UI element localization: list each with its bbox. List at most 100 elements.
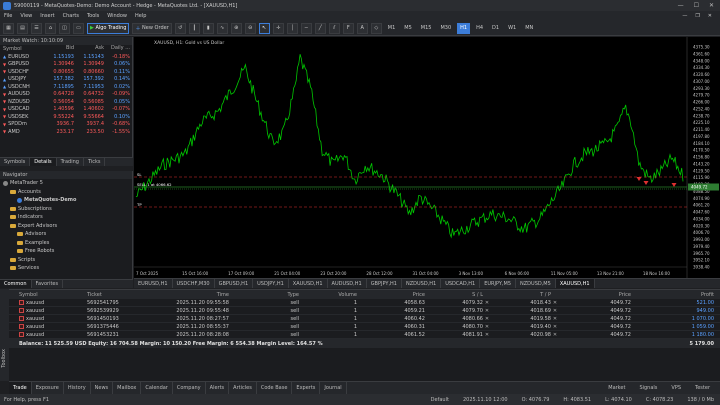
remove-tp-icon[interactable]: ✕ <box>551 316 559 322</box>
th-tp[interactable]: T / P <box>491 292 551 298</box>
remove-tp-icon[interactable]: ✕ <box>551 332 559 338</box>
sell-arrow-icon[interactable] <box>643 181 649 185</box>
tf-w1[interactable]: W1 <box>505 23 519 34</box>
tab-favorites[interactable]: Favorites <box>32 280 64 288</box>
navigator-item[interactable]: Services <box>0 264 132 273</box>
zoom-in-icon[interactable]: ⊕ <box>230 22 242 34</box>
trade-row[interactable]: xauusd 5692539929 2025.11.20 09:55:48 sell 1… <box>9 307 720 315</box>
market-watch-row[interactable]: ▼ USDSEK 9.55224 9.55664 0.10% <box>0 113 132 121</box>
chart-tab[interactable]: EURUSD,H1 <box>134 279 173 288</box>
market-watch-row[interactable]: ▼ AUDUSD 0.64728 0.64732 -0.09% <box>0 91 132 99</box>
chart-tab[interactable]: USDCAD,H1 <box>441 279 481 288</box>
th-current-price[interactable]: Price <box>559 292 631 298</box>
navigator-item[interactable]: Expert Advisors <box>0 222 132 231</box>
profiles-icon[interactable]: ▤ <box>17 22 28 34</box>
new-order-button[interactable]: ＋ New Order <box>132 22 172 34</box>
th-sl[interactable]: S / L <box>425 292 483 298</box>
menu-file[interactable]: File <box>4 13 12 19</box>
horizontal-line-icon[interactable]: ─ <box>300 22 312 34</box>
navigator-item[interactable]: MetaTrader 5 <box>0 179 132 188</box>
tester-link[interactable]: Tester <box>691 382 714 395</box>
chart-tab[interactable]: USDCHF,M30 <box>173 279 215 288</box>
tf-d1[interactable]: D1 <box>489 23 502 34</box>
market-watch-row[interactable]: ▼ GBPUSD 1.30946 1.30949 0.06% <box>0 61 132 69</box>
minimize-button[interactable]: — <box>678 2 684 9</box>
child-close-button[interactable]: ✕ <box>708 13 712 19</box>
th-ticket[interactable]: Ticket <box>87 292 149 298</box>
channel-icon[interactable]: ⫽ <box>328 22 340 34</box>
history-icon[interactable]: ↺ <box>174 22 186 34</box>
toolbox-tab[interactable]: Alerts <box>206 381 230 395</box>
tf-m5[interactable]: M5 <box>401 23 415 34</box>
toolbox-tab[interactable]: Experts <box>292 381 321 395</box>
navigator-item[interactable]: Examples <box>0 239 132 248</box>
menu-insert[interactable]: Insert <box>40 13 54 19</box>
shapes-icon[interactable]: ◇ <box>370 22 382 34</box>
crosshair-icon[interactable]: ✛ <box>272 22 284 34</box>
line-chart-icon[interactable]: ∿ <box>216 22 228 34</box>
menu-view[interactable]: View <box>20 13 32 19</box>
new-chart-icon[interactable]: ▦ <box>3 22 14 34</box>
algo-trading-button[interactable]: ▶ Algo Trading <box>87 22 130 34</box>
child-minimize-button[interactable]: — <box>682 13 687 19</box>
trade-row[interactable]: xauusd 5691375446 2025.11.20 08:55:37 sell 1… <box>9 323 720 331</box>
tf-m1[interactable]: M1 <box>385 23 399 34</box>
chart-tab[interactable]: XAUUSD,H1 <box>289 279 328 288</box>
trendline-icon[interactable]: ╱ <box>314 22 326 34</box>
remove-sl-icon[interactable]: ✕ <box>483 316 491 322</box>
tf-h1[interactable]: H1 <box>457 22 471 34</box>
menu-tools[interactable]: Tools <box>87 13 99 19</box>
tf-m15[interactable]: M15 <box>418 23 435 34</box>
remove-tp-icon[interactable]: ✕ <box>551 308 559 314</box>
candle-chart-icon[interactable]: ▮ <box>202 22 214 34</box>
col-daily-change[interactable]: Daily ... <box>104 45 132 53</box>
market-watch-row[interactable]: ▼ SPDDm 3936.7 3937.4 -0.68% <box>0 121 132 129</box>
remove-sl-icon[interactable]: ✕ <box>483 308 491 314</box>
trade-row[interactable]: xauusd 5691453231 2025.11.20 08:28:08 sell 1… <box>9 331 720 339</box>
text-icon[interactable]: A <box>356 22 368 34</box>
tab-common[interactable]: Common <box>0 280 32 288</box>
menu-window[interactable]: Window <box>107 13 127 19</box>
market-watch-icon[interactable]: ☰ <box>31 22 42 34</box>
toolbox-tab[interactable]: Mailbox <box>113 381 142 395</box>
remove-tp-icon[interactable]: ✕ <box>551 324 559 330</box>
toolbox-side-label[interactable]: Toolbox <box>0 289 9 381</box>
tf-mn[interactable]: MN <box>522 23 536 34</box>
col-symbol[interactable]: Symbol <box>0 45 44 53</box>
menu-charts[interactable]: Charts <box>63 13 79 19</box>
fibo-icon[interactable]: F <box>342 22 354 34</box>
terminal-icon[interactable]: ▭ <box>73 22 84 34</box>
market-watch-row[interactable]: ▲ USDJPY 157.382 157.392 0.14% <box>0 76 132 84</box>
market-watch-row[interactable]: ▼ USDCAD 1.40596 1.40602 -0.07% <box>0 106 132 114</box>
toolbox-tab[interactable]: News <box>91 381 114 395</box>
menu-help[interactable]: Help <box>135 13 146 19</box>
chart-tab[interactable]: USDJPY,H1 <box>253 279 289 288</box>
navigator-item[interactable]: MetaQuotes-Demo <box>0 196 132 205</box>
tf-h4[interactable]: H4 <box>473 23 486 34</box>
toolbox-tab[interactable]: Exposure <box>32 381 64 395</box>
market-watch-row[interactable]: ▼ AMD 233.17 233.50 -1.55% <box>0 128 132 136</box>
col-ask[interactable]: Ask <box>74 45 104 53</box>
tab-details[interactable]: Details <box>30 158 57 166</box>
th-type[interactable]: Type <box>229 292 299 298</box>
navigator-item[interactable]: Advisors <box>0 230 132 239</box>
cursor-icon[interactable]: ↖ <box>258 22 270 34</box>
remove-sl-icon[interactable]: ✕ <box>483 332 491 338</box>
maximize-button[interactable]: ☐ <box>694 2 699 9</box>
navigator-item[interactable]: Indicators <box>0 213 132 222</box>
navigator-item[interactable]: Subscriptions <box>0 205 132 214</box>
th-time[interactable]: Time <box>149 292 229 298</box>
vps-link[interactable]: VPS <box>667 382 685 395</box>
chart-tab[interactable]: NZDUSD,M5 <box>516 279 556 288</box>
trade-row[interactable]: xauusd 5691450193 2025.11.20 08:27:57 sell 1… <box>9 315 720 323</box>
toolbox-tab[interactable]: Articles <box>229 381 257 395</box>
navigator-item[interactable]: Accounts <box>0 188 132 197</box>
trade-row[interactable]: xauusd 5692541795 2025.11.20 09:55:58 sell 1… <box>9 299 720 307</box>
chart-tab[interactable]: XAUUSD,H1 <box>555 279 595 288</box>
chart-tab[interactable]: GBPJPY,H1 <box>367 279 402 288</box>
price-chart[interactable]: XAUUSD, H1: Gold vs US Dollar 4375.30 4361… <box>134 37 720 278</box>
market-watch-row[interactable]: ▼ USDCHF 0.80655 0.80660 0.11% <box>0 68 132 76</box>
chart-tab[interactable]: GBPUSD,H1 <box>215 279 254 288</box>
tab-trading[interactable]: Trading <box>57 158 84 166</box>
sell-arrow-icon[interactable] <box>671 183 677 187</box>
